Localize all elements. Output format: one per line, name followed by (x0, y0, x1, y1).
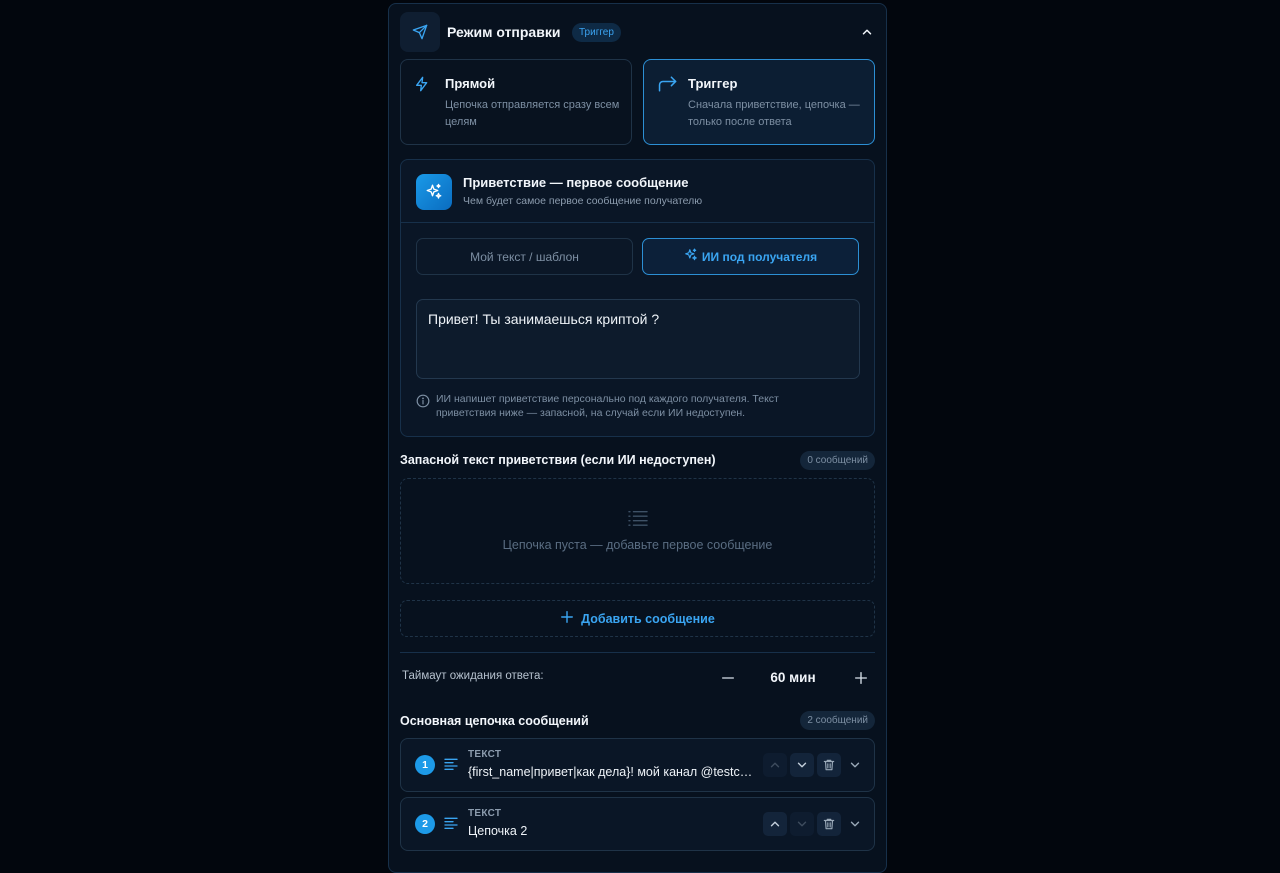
message-type: ТЕКСТ (468, 749, 502, 760)
message-number: 1 (415, 755, 435, 775)
tab-ai-label: ИИ под получателя (701, 249, 818, 264)
greeting-subtitle: Чем будет самое первое сообщение получат… (463, 195, 703, 207)
chevron-up-icon[interactable] (857, 22, 877, 42)
tab-ai-recipient[interactable]: ИИ под получателя (642, 238, 859, 275)
divider (400, 652, 875, 653)
message-preview: {first_name|привет|как дела}! мой канал … (468, 765, 758, 779)
timeout-increase-button[interactable] (851, 668, 871, 688)
move-up-button[interactable] (763, 753, 787, 777)
move-down-button[interactable] (790, 812, 814, 836)
greeting-note-text: ИИ напишет приветствие персонально под к… (436, 393, 779, 419)
fallback-count-badge: 0 сообщений (800, 451, 875, 470)
chain-count-badge: 2 сообщений (800, 711, 875, 730)
redirect-arrow-icon (657, 75, 679, 98)
sparkles-icon (684, 248, 698, 265)
move-up-button[interactable] (763, 812, 787, 836)
text-align-icon (443, 757, 459, 776)
message-number: 2 (415, 814, 435, 834)
timeout-decrease-button[interactable] (718, 668, 738, 688)
move-down-button[interactable] (790, 753, 814, 777)
empty-state-text: Цепочка пуста — добавьте первое сообщени… (502, 538, 773, 552)
message-preview: Цепочка 2 (468, 824, 528, 838)
timeout-value: 60 мин (770, 670, 816, 685)
greeting-text-field[interactable]: Привет! Ты занимаешься криптой ? (416, 299, 860, 379)
add-message-button[interactable]: Добавить сообщение (400, 600, 875, 637)
mode-trigger-title: Триггер (688, 76, 738, 91)
fallback-title: Запасной текст приветствия (если ИИ недо… (400, 453, 716, 467)
delete-button[interactable] (817, 753, 841, 777)
plus-icon (560, 610, 574, 627)
fallback-empty-state: Цепочка пуста — добавьте первое сообщени… (400, 478, 875, 584)
add-message-label: Добавить сообщение (581, 611, 715, 626)
info-icon (416, 394, 430, 413)
mode-trigger-desc: Сначала приветствие, цепочка — только по… (688, 99, 860, 128)
tab-custom-text[interactable]: Мой текст / шаблон (416, 238, 633, 275)
mode-direct-title: Прямой (445, 76, 496, 91)
mode-direct-option[interactable]: Прямой Цепочка отправляется сразу всем ц… (400, 59, 632, 145)
lightning-icon (414, 75, 430, 98)
chain-message-item[interactable]: 1 ТЕКСТ {first_name|привет|как дела}! мо… (400, 738, 875, 792)
chevron-down-icon[interactable] (846, 815, 864, 833)
mode-badge: Триггер (572, 23, 621, 42)
mode-direct-desc: Цепочка отправляется сразу всем целям (445, 99, 620, 128)
delete-button[interactable] (817, 812, 841, 836)
chevron-down-icon[interactable] (846, 756, 864, 774)
chain-title: Основная цепочка сообщений (400, 714, 589, 728)
send-mode-header[interactable]: Режим отправки Триггер (400, 12, 877, 52)
list-icon (627, 509, 649, 532)
send-mode-panel: Режим отправки Триггер Прямой Цепочка от… (388, 3, 887, 873)
chain-message-item[interactable]: 2 ТЕКСТ Цепочка 2 (400, 797, 875, 851)
section-title: Режим отправки (447, 24, 561, 40)
mode-trigger-option[interactable]: Триггер Сначала приветствие, цепочка — т… (643, 59, 875, 145)
text-align-icon (443, 816, 459, 835)
greeting-card: Приветствие — первое сообщение Чем будет… (400, 159, 875, 437)
timeout-label: Таймаут ожидания ответа: (402, 670, 544, 682)
tab-custom-label: Мой текст / шаблон (470, 249, 579, 264)
greeting-title: Приветствие — первое сообщение (463, 175, 689, 190)
sparkles-icon (416, 174, 452, 210)
divider (401, 222, 874, 223)
message-type: ТЕКСТ (468, 808, 502, 819)
send-icon (400, 12, 440, 52)
